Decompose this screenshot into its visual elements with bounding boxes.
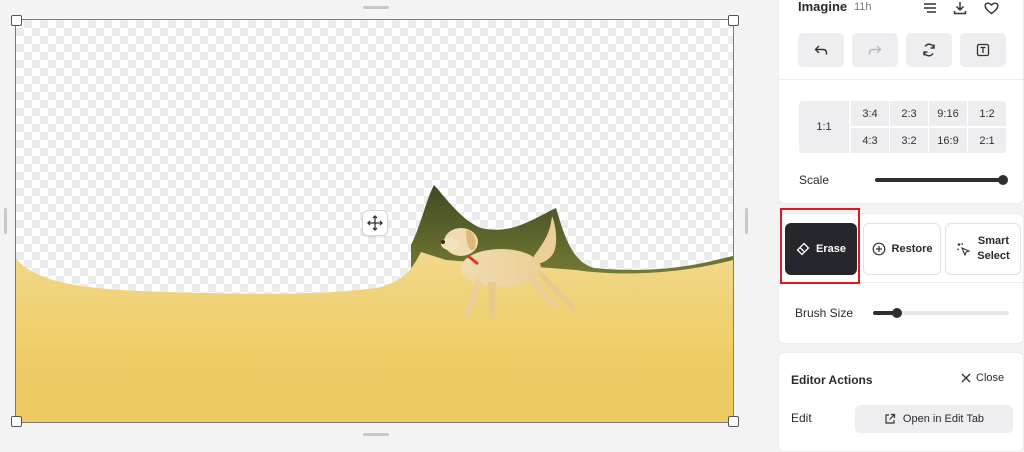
move-arrows-icon — [367, 215, 383, 231]
erase-button[interactable]: Erase — [785, 223, 857, 275]
open-in-edit-tab-label: Open in Edit Tab — [902, 413, 985, 425]
corner-handle-top-left[interactable] — [11, 15, 22, 26]
cursor-sparkle-icon — [957, 242, 971, 257]
scale-slider-knob[interactable] — [998, 175, 1008, 185]
resize-grip-top[interactable] — [363, 6, 389, 9]
ratio-option[interactable]: 9:16 — [929, 101, 967, 126]
ratio-option[interactable]: 3:4 — [851, 101, 889, 126]
canvas-stage — [0, 0, 770, 436]
scale-label: Scale — [799, 173, 830, 187]
move-button[interactable] — [362, 210, 388, 236]
close-icon — [961, 373, 971, 383]
close-button[interactable]: Close — [961, 372, 1004, 384]
corner-handle-bottom-left[interactable] — [11, 416, 22, 427]
heart-icon — [983, 2, 999, 15]
divider — [779, 79, 1024, 80]
restore-label: Restore — [891, 243, 933, 255]
undo-button[interactable] — [798, 33, 844, 67]
close-label: Close — [976, 372, 1005, 384]
corner-handle-top-right[interactable] — [728, 15, 739, 26]
ratio-option[interactable]: 2:1 — [968, 128, 1006, 153]
restore-button[interactable]: Restore — [863, 223, 941, 275]
image-settings-card: Imagine 11h 1:1 3:4 2:3 9:16 1:2 4:3 3:2… — [778, 0, 1024, 204]
ratio-option[interactable]: 16:9 — [929, 128, 967, 153]
editor-actions-card: Editor Actions Close Edit Open in Edit T… — [778, 352, 1024, 452]
eraser-icon — [796, 242, 810, 256]
menu-button[interactable] — [921, 0, 939, 17]
favorite-button[interactable] — [982, 0, 1000, 17]
open-in-edit-tab-button[interactable]: Open in Edit Tab — [855, 405, 1013, 433]
download-button[interactable] — [951, 0, 969, 17]
smart-select-button[interactable]: Smart Select — [945, 223, 1021, 275]
add-text-button[interactable] — [960, 33, 1006, 67]
smart-select-label-line1: Smart — [977, 235, 1010, 247]
right-panel: Imagine 11h 1:1 3:4 2:3 9:16 1:2 4:3 3:2… — [778, 0, 1024, 452]
regenerate-button[interactable] — [906, 33, 952, 67]
ratio-option[interactable]: 4:3 — [851, 128, 889, 153]
edit-label: Edit — [791, 411, 812, 425]
scale-slider[interactable] — [875, 175, 1008, 185]
plus-circle-icon — [872, 242, 885, 256]
brush-size-slider[interactable] — [873, 308, 1009, 318]
corner-handle-bottom-right[interactable] — [728, 416, 739, 427]
menu-lines-icon — [924, 3, 936, 13]
external-link-icon — [885, 413, 896, 424]
erase-label: Erase — [816, 243, 846, 255]
ratio-option[interactable]: 1:2 — [968, 101, 1006, 126]
divider — [779, 282, 1024, 283]
refresh-icon — [923, 43, 935, 57]
brush-size-label: Brush Size — [795, 306, 854, 320]
editor-actions-title: Editor Actions — [791, 373, 873, 387]
undo-icon — [814, 45, 828, 55]
redo-button[interactable] — [852, 33, 898, 67]
ratio-option[interactable]: 2:3 — [890, 101, 928, 126]
redo-icon — [868, 45, 882, 55]
erase-tools-card: Erase Restore Smart Select Brush Size — [778, 213, 1024, 344]
ratio-option-1-1[interactable]: 1:1 — [799, 101, 849, 153]
scale-slider-fill — [875, 178, 1003, 182]
timestamp: 11h — [854, 1, 872, 13]
download-icon — [953, 2, 967, 15]
text-box-icon — [976, 43, 990, 57]
brush-size-slider-knob[interactable] — [892, 308, 903, 318]
app-title: Imagine — [798, 0, 848, 14]
resize-grip-right[interactable] — [745, 208, 748, 234]
resize-grip-left[interactable] — [4, 208, 7, 234]
aspect-ratio-grid: 1:1 3:4 2:3 9:16 1:2 4:3 3:2 16:9 2:1 — [799, 101, 1006, 153]
smart-select-label-line2: Select — [977, 250, 1010, 262]
ratio-option[interactable]: 3:2 — [890, 128, 928, 153]
